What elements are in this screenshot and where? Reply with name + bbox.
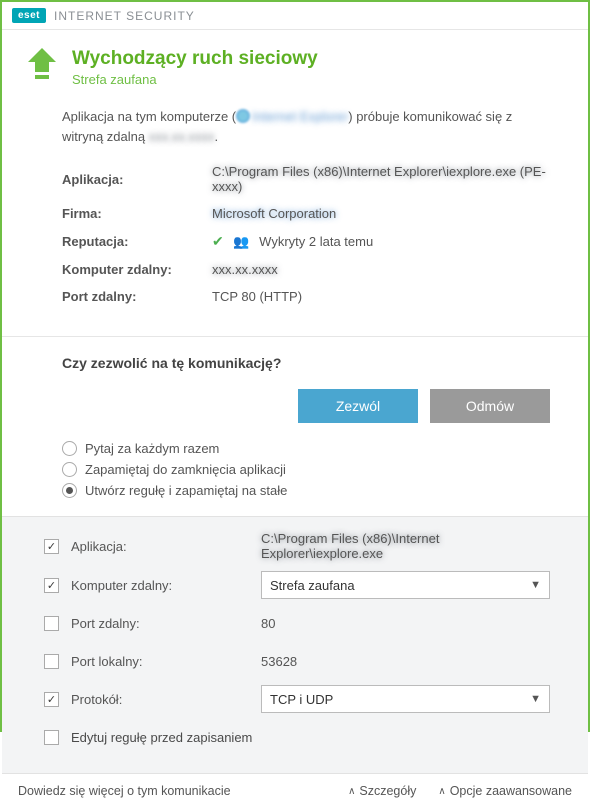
radio-icon bbox=[62, 441, 77, 456]
radio-label: Zapamiętaj do zamknięcia aplikacji bbox=[85, 462, 286, 477]
checkbox-application[interactable] bbox=[44, 539, 59, 554]
label-application: Aplikacja: bbox=[62, 172, 212, 187]
chevron-down-icon: ▼ bbox=[530, 693, 541, 705]
rule-label-application: Aplikacja: bbox=[71, 539, 261, 554]
radio-ask-each-time[interactable]: Pytaj za każdym razem bbox=[62, 441, 550, 456]
rule-label-local-port: Port lokalny: bbox=[71, 654, 261, 669]
question-title: Czy zezwolić na tę komunikację? bbox=[62, 355, 550, 371]
rule-label-protocol: Protokół: bbox=[71, 692, 261, 707]
deny-button[interactable]: Odmów bbox=[430, 389, 550, 423]
radio-icon bbox=[62, 483, 77, 498]
check-icon: ✔ bbox=[212, 233, 224, 249]
value-reputation: ✔ 👥 Wykryty 2 lata temu bbox=[212, 233, 550, 250]
intro-target-blur: xxx.xx.xxxx bbox=[149, 129, 215, 144]
value-remote-computer: xxx.xx.xxxx bbox=[212, 262, 550, 277]
row-reputation: Reputacja: ✔ 👥 Wykryty 2 lata temu bbox=[62, 233, 550, 250]
rule-value-local-port: 53628 bbox=[261, 654, 550, 669]
radio-until-close[interactable]: Zapamiętaj do zamknięcia aplikacji bbox=[62, 462, 550, 477]
chevron-up-icon: ∧ bbox=[438, 786, 445, 797]
row-remote-computer: Komputer zdalny: xxx.xx.xxxx bbox=[62, 262, 550, 277]
dialog-subtitle: Strefa zaufana bbox=[72, 72, 318, 87]
users-icon: 👥 bbox=[233, 234, 249, 249]
remember-radios: Pytaj za każdym razem Zapamiętaj do zamk… bbox=[62, 441, 550, 498]
outgoing-arrow-icon bbox=[28, 48, 56, 82]
chevron-down-icon: ▼ bbox=[530, 579, 541, 591]
chevron-up-icon: ∧ bbox=[348, 786, 355, 797]
label-reputation: Reputacja: bbox=[62, 234, 212, 249]
select-remote-value: Strefa zaufana bbox=[270, 578, 355, 593]
radio-label: Pytaj za każdym razem bbox=[85, 441, 219, 456]
value-application: C:\Program Files (x86)\Internet Explorer… bbox=[212, 164, 550, 194]
learn-more-link[interactable]: Dowiedz się więcej o tym komunikacie bbox=[18, 784, 231, 798]
button-row: Zezwól Odmów bbox=[62, 389, 550, 423]
rule-row-protocol: Protokół: TCP i UDP ▼ bbox=[44, 685, 550, 713]
value-remote-port: TCP 80 (HTTP) bbox=[212, 289, 550, 304]
checkbox-local-port[interactable] bbox=[44, 654, 59, 669]
rule-label-remote-port: Port zdalny: bbox=[71, 616, 261, 631]
details-toggle[interactable]: ∧ Szczegóły bbox=[348, 784, 416, 798]
rule-row-application: Aplikacja: C:\Program Files (x86)\Intern… bbox=[44, 531, 550, 561]
brand-badge: eset bbox=[12, 8, 46, 23]
select-protocol[interactable]: TCP i UDP ▼ bbox=[261, 685, 550, 713]
rule-label-remote: Komputer zdalny: bbox=[71, 578, 261, 593]
rule-row-edit-before-save: Edytuj regułę przed zapisaniem bbox=[44, 723, 550, 751]
value-company: Microsoft Corporation bbox=[212, 206, 550, 221]
row-application: Aplikacja: C:\Program Files (x86)\Intern… bbox=[62, 164, 550, 194]
row-company: Firma: Microsoft Corporation bbox=[62, 206, 550, 221]
radio-create-rule[interactable]: Utwórz regułę i zapamiętaj na stałe bbox=[62, 483, 550, 498]
row-remote-port: Port zdalny: TCP 80 (HTTP) bbox=[62, 289, 550, 304]
rule-panel: Aplikacja: C:\Program Files (x86)\Intern… bbox=[2, 516, 588, 773]
advanced-label: Opcje zaawansowane bbox=[450, 784, 572, 798]
select-remote[interactable]: Strefa zaufana ▼ bbox=[261, 571, 550, 599]
label-remote-port: Port zdalny: bbox=[62, 289, 212, 304]
footer: Dowiedz się więcej o tym komunikacie ∧ S… bbox=[2, 773, 588, 808]
checkbox-remote-port[interactable] bbox=[44, 616, 59, 631]
allow-button[interactable]: Zezwól bbox=[298, 389, 418, 423]
rule-value-application: C:\Program Files (x86)\Internet Explorer… bbox=[261, 531, 550, 561]
select-protocol-value: TCP i UDP bbox=[270, 692, 333, 707]
advanced-toggle[interactable]: ∧ Opcje zaawansowane bbox=[438, 784, 572, 798]
intro-text: Aplikacja na tym komputerze (Internet Ex… bbox=[62, 107, 550, 146]
globe-icon bbox=[236, 109, 250, 123]
info-section: Aplikacja na tym komputerze (Internet Ex… bbox=[2, 97, 588, 336]
rule-row-remote: Komputer zdalny: Strefa zaufana ▼ bbox=[44, 571, 550, 599]
label-company: Firma: bbox=[62, 206, 212, 221]
radio-icon bbox=[62, 462, 77, 477]
checkbox-protocol[interactable] bbox=[44, 692, 59, 707]
label-remote-computer: Komputer zdalny: bbox=[62, 262, 212, 277]
question-section: Czy zezwolić na tę komunikację? Zezwól O… bbox=[2, 336, 588, 516]
reputation-text: Wykryty 2 lata temu bbox=[259, 234, 373, 249]
details-label: Szczegóły bbox=[359, 784, 416, 798]
radio-label: Utwórz regułę i zapamiętaj na stałe bbox=[85, 483, 287, 498]
intro-prefix: Aplikacja na tym komputerze bbox=[62, 109, 232, 124]
rule-row-remote-port: Port zdalny: 80 bbox=[44, 609, 550, 637]
rule-value-remote-port: 80 bbox=[261, 616, 550, 631]
brand-title: INTERNET SECURITY bbox=[54, 9, 195, 23]
rule-row-local-port: Port lokalny: 53628 bbox=[44, 647, 550, 675]
titlebar: eset INTERNET SECURITY bbox=[2, 2, 588, 30]
dialog-header: Wychodzący ruch sieciowy Strefa zaufana bbox=[2, 30, 588, 97]
intro-app-blur: Internet Explorer bbox=[252, 109, 348, 124]
checkbox-remote[interactable] bbox=[44, 578, 59, 593]
dialog-title: Wychodzący ruch sieciowy bbox=[72, 48, 318, 70]
